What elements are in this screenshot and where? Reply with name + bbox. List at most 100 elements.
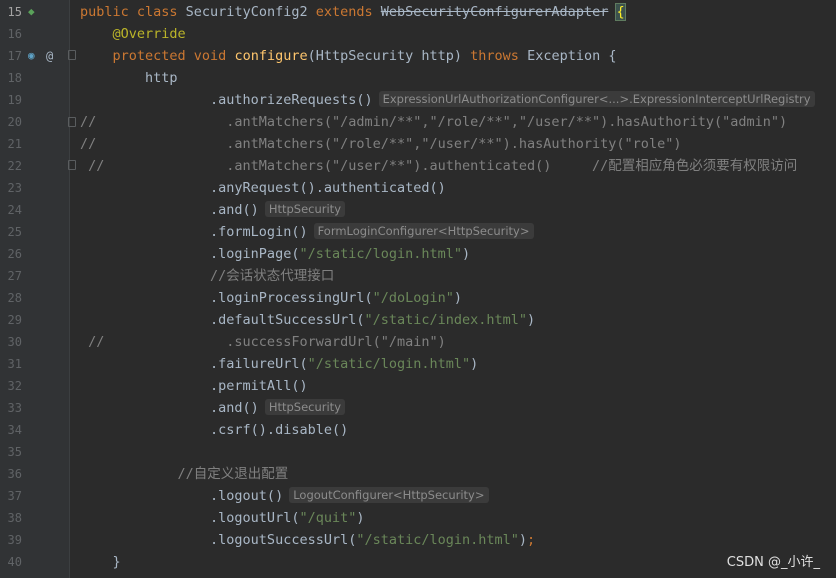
code-token: "/static/login.html" xyxy=(299,246,463,262)
code-token: // .antMatchers("/user/**").authenticate… xyxy=(80,158,798,174)
code-token: .logoutUrl( xyxy=(80,510,300,526)
code-line[interactable]: .anyRequest().authenticated() xyxy=(70,177,836,199)
line-number: 18 xyxy=(7,71,22,85)
line-number: 26 xyxy=(7,247,22,261)
code-token: .loginProcessingUrl( xyxy=(80,290,373,306)
code-token: ) xyxy=(518,532,528,548)
code-token: .and() xyxy=(80,202,259,218)
code-line[interactable]: http xyxy=(70,67,836,89)
code-token: ) xyxy=(462,246,471,262)
code-token: "/static/index.html" xyxy=(364,312,528,328)
code-token: "/static/login.html" xyxy=(307,356,471,372)
code-line[interactable]: .and() HttpSecurity xyxy=(70,199,836,221)
code-line[interactable]: .loginProcessingUrl("/doLogin") xyxy=(70,287,836,309)
code-token: protected void xyxy=(80,48,235,64)
line-number: 24 xyxy=(7,203,22,217)
code-token: .csrf().disable() xyxy=(80,422,349,438)
code-line[interactable]: // .antMatchers("/admin/**","/role/**","… xyxy=(70,111,836,133)
line-number: 19 xyxy=(7,93,22,107)
type-inlay-hint: HttpSecurity xyxy=(264,399,346,415)
code-line[interactable]: .failureUrl("/static/login.html") xyxy=(70,353,836,375)
line-number: 28 xyxy=(7,291,22,305)
code-token: .defaultSuccessUrl( xyxy=(80,312,365,328)
code-token: // .antMatchers("/admin/**","/role/**","… xyxy=(80,114,788,130)
code-token: { xyxy=(615,3,626,21)
code-line[interactable]: .authorizeRequests() ExpressionUrlAuthori… xyxy=(70,89,836,111)
code-token: ) xyxy=(470,356,479,372)
code-token: .failureUrl( xyxy=(80,356,308,372)
code-token: .loginPage( xyxy=(80,246,300,262)
code-token: .and() xyxy=(80,400,259,416)
code-line[interactable]: .logout() LogoutConfigurer<HttpSecurity> xyxy=(70,485,836,507)
annotation-at-icon[interactable]: @ xyxy=(46,45,53,67)
line-number: 31 xyxy=(7,357,22,371)
code-line[interactable]: } xyxy=(70,551,836,573)
line-number: 27 xyxy=(7,269,22,283)
code-line[interactable]: .formLogin() FormLoginConfigurer<HttpSecu… xyxy=(70,221,836,243)
csdn-watermark: CSDN @_小许_ xyxy=(726,555,820,570)
code-line[interactable]: // .successForwardUrl("/main") xyxy=(70,331,836,353)
line-number: 38 xyxy=(7,511,22,525)
line-number: 33 xyxy=(7,401,22,415)
code-token: extends xyxy=(315,4,381,20)
override-method-icon[interactable]: ◉ xyxy=(28,45,35,67)
line-number: 29 xyxy=(7,313,22,327)
code-token: // .antMatchers("/role/**","/user/**").h… xyxy=(80,136,682,152)
code-line[interactable]: @Override xyxy=(70,23,836,45)
type-inlay-hint: FormLoginConfigurer<HttpSecurity> xyxy=(313,223,534,239)
code-token: throws xyxy=(470,48,528,64)
code-line[interactable]: //自定义退出配置 xyxy=(70,463,836,485)
line-number: 16 xyxy=(7,27,22,41)
code-token: ; xyxy=(527,532,536,548)
code-token: .formLogin() xyxy=(80,224,308,240)
code-line[interactable]: .csrf().disable() xyxy=(70,419,836,441)
code-token: .logout() xyxy=(80,488,284,504)
code-token: http xyxy=(80,70,178,86)
line-number: 20 xyxy=(7,115,22,129)
code-token: .authorizeRequests() xyxy=(80,92,373,108)
code-token: "/static/login.html" xyxy=(356,532,519,548)
line-number: 17 xyxy=(7,49,22,63)
line-number: 30 xyxy=(7,335,22,349)
code-token: ) xyxy=(453,290,463,306)
code-line[interactable] xyxy=(70,441,836,463)
code-token: .logoutSuccessUrl( xyxy=(80,532,357,548)
code-line[interactable]: .logoutSuccessUrl("/static/login.html"); xyxy=(70,529,836,551)
code-token: "/doLogin" xyxy=(372,290,454,306)
line-number: 39 xyxy=(7,533,22,547)
code-line[interactable]: .defaultSuccessUrl("/static/index.html") xyxy=(70,309,836,331)
line-number: 25 xyxy=(7,225,22,239)
code-token: (HttpSecurity http) xyxy=(307,48,471,64)
code-line[interactable]: //会话状态代理接口 xyxy=(70,265,836,287)
code-line[interactable]: // .antMatchers("/role/**","/user/**").h… xyxy=(70,133,836,155)
code-token: WebSecurityConfigurerAdapter xyxy=(380,4,609,20)
code-line[interactable]: // .antMatchers("/user/**").authenticate… xyxy=(70,155,836,177)
code-token: ) xyxy=(356,510,365,526)
code-token: //自定义退出配置 xyxy=(80,466,289,482)
code-line[interactable]: public class SecurityConfig2 extends Web… xyxy=(70,1,836,23)
line-number: 40 xyxy=(7,555,22,569)
code-token: // .successForwardUrl("/main") xyxy=(80,334,446,350)
type-inlay-hint: ExpressionUrlAuthorizationConfigurer<...… xyxy=(378,91,815,107)
code-line[interactable]: .loginPage("/static/login.html") xyxy=(70,243,836,265)
code-token: //会话状态代理接口 xyxy=(80,268,335,284)
code-line[interactable]: .and() HttpSecurity xyxy=(70,397,836,419)
code-token: ) xyxy=(527,312,536,328)
line-number: 36 xyxy=(7,467,22,481)
code-token: } xyxy=(80,554,121,570)
line-number: 32 xyxy=(7,379,22,393)
code-line[interactable]: .permitAll() xyxy=(70,375,836,397)
line-number: 34 xyxy=(7,423,22,437)
code-token: public class xyxy=(80,4,186,20)
implements-spring-bean-icon[interactable]: ◆ xyxy=(28,1,35,23)
type-inlay-hint: LogoutConfigurer<HttpSecurity> xyxy=(289,487,489,503)
line-number: 15 xyxy=(7,5,22,19)
line-number: 35 xyxy=(7,445,22,459)
code-line[interactable]: protected void configure(HttpSecurity ht… xyxy=(70,45,836,67)
line-number: 21 xyxy=(7,137,22,151)
code-line[interactable]: .logoutUrl("/quit") xyxy=(70,507,836,529)
code-token: @Override xyxy=(80,26,186,42)
code-editor[interactable]: public class SecurityConfig2 extends Web… xyxy=(70,0,836,578)
line-number: 37 xyxy=(7,489,22,503)
code-token: Exception { xyxy=(527,48,617,64)
